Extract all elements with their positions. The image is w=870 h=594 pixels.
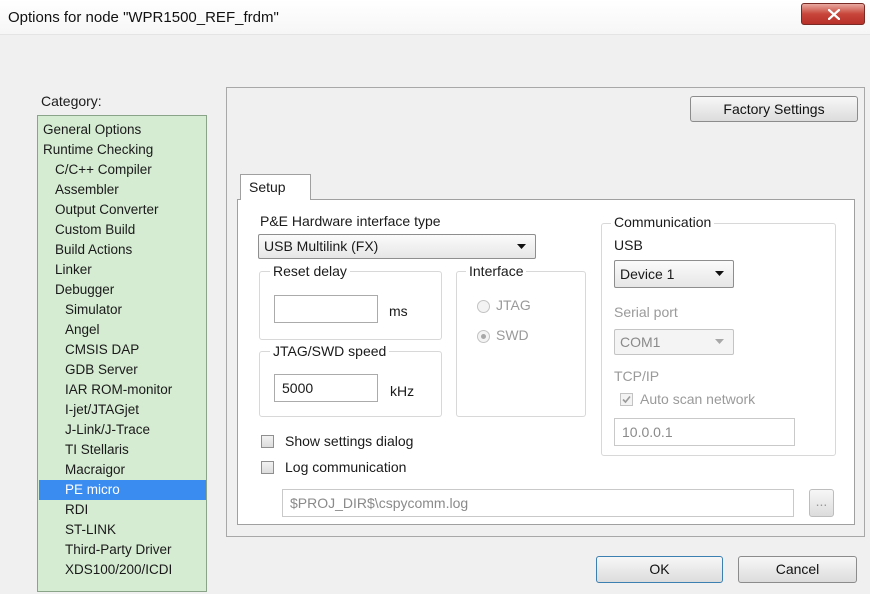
close-icon [828, 9, 840, 20]
category-item[interactable]: Angel [39, 320, 206, 340]
swd-radio-dot [481, 334, 486, 339]
serial-port-select[interactable]: COM1 [614, 329, 734, 355]
tab-setup[interactable]: Setup [240, 174, 311, 200]
swd-radio-label: SWD [496, 327, 529, 343]
reset-delay-input[interactable] [274, 295, 378, 323]
category-item[interactable]: Debugger [39, 280, 206, 300]
category-item[interactable]: IAR ROM-monitor [39, 380, 206, 400]
chevron-down-icon [517, 243, 526, 249]
category-item[interactable]: Runtime Checking [39, 140, 206, 160]
log-communication-checkbox[interactable] [261, 461, 274, 474]
category-item[interactable]: General Options [39, 120, 206, 140]
category-item[interactable]: Assembler [39, 180, 206, 200]
reset-delay-unit: ms [389, 303, 408, 319]
chevron-down-icon [715, 271, 724, 276]
usb-device-value: Device 1 [620, 266, 675, 282]
category-item[interactable]: TI Stellaris [39, 440, 206, 460]
hw-interface-label: P&E Hardware interface type [260, 213, 441, 229]
window-title: Options for node "WPR1500_REF_frdm" [8, 9, 279, 26]
category-item[interactable]: Custom Build [39, 220, 206, 240]
interface-title: Interface [466, 263, 527, 279]
category-item[interactable]: Output Converter [39, 200, 206, 220]
hw-interface-value: USB Multilink (FX) [264, 238, 379, 254]
close-button[interactable] [801, 3, 865, 25]
category-label: Category: [41, 93, 102, 109]
category-item[interactable]: XDS100/200/ICDI [39, 560, 206, 580]
category-item[interactable]: ST-LINK [39, 520, 206, 540]
category-item[interactable]: I-jet/JTAGjet [39, 400, 206, 420]
serial-port-label: Serial port [614, 304, 678, 320]
log-path-input[interactable]: $PROJ_DIR$\cspycomm.log [282, 489, 794, 517]
category-item[interactable]: Macraigor [39, 460, 206, 480]
interface-group [456, 271, 586, 417]
category-item[interactable]: CMSIS DAP [39, 340, 206, 360]
log-communication-label: Log communication [285, 459, 407, 475]
category-item[interactable]: J-Link/J-Trace [39, 420, 206, 440]
jtag-speed-unit: kHz [390, 383, 415, 399]
chevron-down-icon [715, 339, 724, 344]
cancel-button[interactable]: Cancel [738, 556, 857, 583]
browse-button[interactable]: ... [809, 489, 834, 517]
category-item[interactable]: C/C++ Compiler [39, 160, 206, 180]
ok-button[interactable]: OK [596, 556, 723, 583]
usb-device-select[interactable]: Device 1 [614, 260, 734, 288]
jtag-radio-label: JTAG [496, 297, 531, 313]
category-item[interactable]: GDB Server [39, 360, 206, 380]
show-settings-checkbox[interactable] [261, 435, 274, 448]
title-bar: Options for node "WPR1500_REF_frdm" [0, 0, 870, 35]
category-item[interactable]: Build Actions [39, 240, 206, 260]
serial-port-value: COM1 [620, 334, 661, 350]
hw-interface-select[interactable]: USB Multilink (FX) [258, 234, 536, 259]
ip-address-input[interactable]: 10.0.0.1 [614, 418, 795, 446]
jtag-radio[interactable] [477, 300, 490, 313]
tcpip-label: TCP/IP [614, 368, 660, 384]
category-item[interactable]: Third-Party Driver [39, 540, 206, 560]
checkmark-icon [622, 395, 631, 404]
show-settings-label: Show settings dialog [285, 433, 414, 449]
category-item[interactable]: RDI [39, 500, 206, 520]
auto-scan-checkbox[interactable] [620, 393, 633, 406]
auto-scan-label: Auto scan network [640, 391, 756, 407]
communication-title: Communication [611, 214, 715, 230]
usb-label: USB [614, 237, 643, 253]
category-list[interactable]: General Options Runtime Checking C/C++ Com… [37, 115, 207, 592]
category-item[interactable]: Linker [39, 260, 206, 280]
reset-delay-title: Reset delay [270, 263, 350, 279]
jtag-speed-input[interactable]: 5000 [274, 374, 378, 402]
swd-radio[interactable] [477, 330, 490, 343]
jtag-speed-title: JTAG/SWD speed [270, 343, 390, 359]
category-item[interactable]: PE micro [39, 480, 206, 500]
category-item[interactable]: Simulator [39, 300, 206, 320]
factory-settings-button[interactable]: Factory Settings [690, 96, 858, 122]
